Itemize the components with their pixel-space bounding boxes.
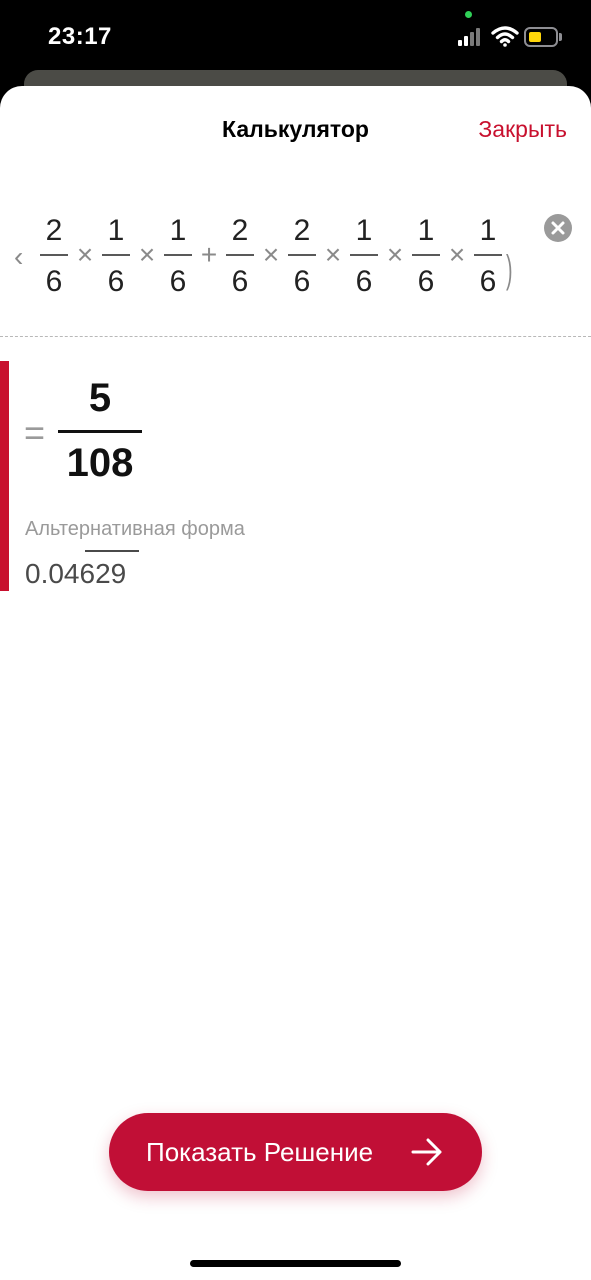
expression-numerator: 1 — [418, 214, 435, 247]
expression-numerator: 2 — [46, 214, 63, 247]
close-button[interactable]: Закрыть — [478, 116, 567, 143]
signal-icon — [458, 28, 484, 46]
expression-display[interactable]: ‹ 2 6 × 1 6 × 1 6 +2 6 × 2 6 × 1 6 × 1 6 × 1 6) — [0, 204, 591, 316]
divider — [0, 336, 591, 337]
expression-closing-paren: ) — [506, 247, 513, 291]
expression-numerator: 2 — [232, 214, 249, 247]
expression-denominator: 6 — [294, 265, 311, 298]
expression-left-edge: ‹ — [14, 241, 23, 272]
expression-denominator: 6 — [46, 265, 63, 298]
arrow-right-icon — [411, 1138, 442, 1166]
expression-operator: × — [263, 239, 279, 270]
battery-icon — [524, 27, 558, 47]
status-time: 23:17 — [48, 23, 112, 50]
home-indicator — [190, 1260, 401, 1267]
clear-button[interactable] — [544, 214, 572, 242]
expression-denominator: 6 — [108, 265, 125, 298]
alternative-form-label: Альтернативная форма — [25, 518, 245, 540]
result-accent-bar — [0, 361, 9, 591]
result-numerator: 5 — [88, 376, 112, 420]
expression-denominator: 6 — [356, 265, 373, 298]
calculator-sheet: Калькулятор Закрыть ‹ 2 6 × 1 6 × 1 6 +2 6 × 2 6 × 1 6 × 1… — [0, 86, 591, 1280]
expression-operator: × — [387, 239, 403, 270]
expression-denominator: 6 — [418, 265, 435, 298]
repeating-decimal-overline — [85, 550, 139, 552]
expression-numerator: 2 — [294, 214, 311, 247]
alternative-form-value: 0.04629 — [25, 558, 127, 589]
expression-numerator: 1 — [108, 214, 125, 247]
battery-cap — [559, 33, 562, 41]
equals-sign: = — [24, 412, 46, 453]
clear-icon — [551, 221, 565, 235]
expression-denominator: 6 — [170, 265, 187, 298]
camera-indicator — [465, 11, 472, 18]
result-denominator: 108 — [66, 441, 134, 485]
expression-numerator: 1 — [356, 214, 373, 247]
expression-operator: × — [139, 239, 155, 270]
show-solution-label: Показать Решение — [146, 1137, 374, 1167]
expression-denominator: 6 — [480, 265, 497, 298]
expression-formula: ‹ 2 6 × 1 6 × 1 6 +2 6 × 2 6 × 1 6 × 1 6 × 1 6) — [14, 214, 513, 298]
expression-numerator: 1 — [480, 214, 497, 247]
wifi-icon — [491, 26, 519, 47]
expression-operator: × — [449, 239, 465, 270]
expression-operator: × — [77, 239, 93, 270]
result-fraction-line — [58, 430, 142, 433]
status-bar: 23:17 — [0, 0, 591, 80]
expression-operator: × — [325, 239, 341, 270]
expression-numerator: 1 — [170, 214, 187, 247]
show-solution-button[interactable]: Показать Решение — [109, 1113, 482, 1191]
expression-denominator: 6 — [232, 265, 249, 298]
expression-operator: + — [201, 239, 217, 270]
